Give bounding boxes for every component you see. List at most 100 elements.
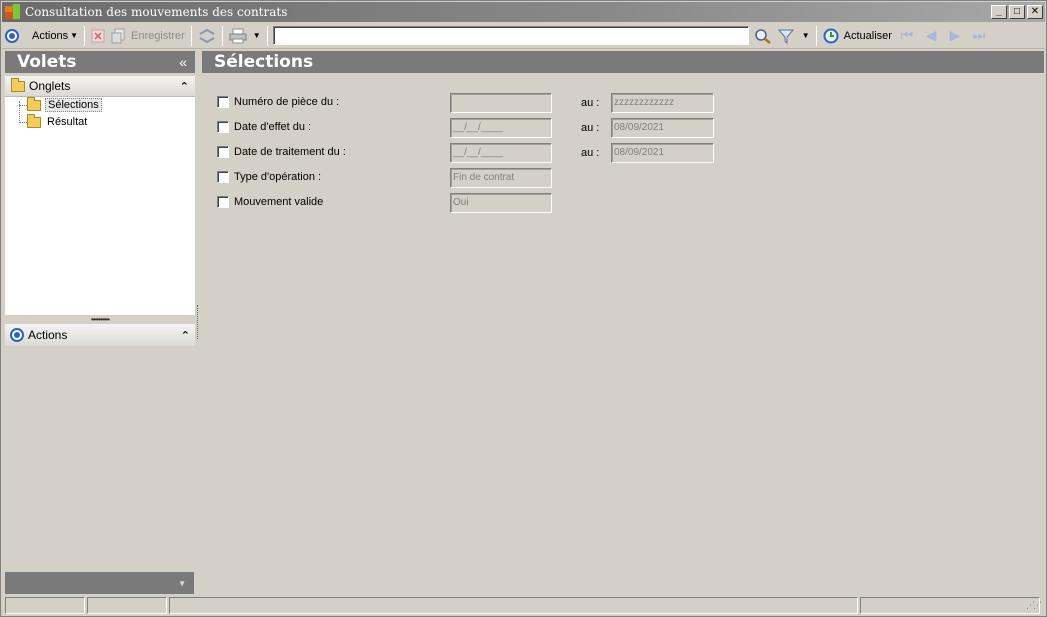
volets-header: Volets « (5, 51, 195, 73)
chevron-down-icon: ▼ (801, 31, 810, 40)
toolbar: Actions ▼ Enregistrer ▼ ▼ Actualiser ⏮ ◀… (2, 23, 1045, 49)
tree-item-resultat[interactable]: Résultat (27, 113, 89, 130)
next-record-icon[interactable]: ▶ (943, 27, 967, 44)
refresh-button[interactable]: Actualiser (820, 25, 895, 47)
numero-piece-label: Numéro de pièce du : (234, 96, 340, 108)
collapse-panel-icon[interactable]: « (179, 54, 187, 70)
tree-connector (19, 122, 27, 123)
minimize-icon: _ (996, 6, 1002, 17)
sync-icon (199, 28, 215, 43)
collapse-section-icon[interactable]: ⌃ (180, 80, 189, 93)
date-effet-au-label: au : (581, 122, 600, 134)
target-icon (5, 28, 19, 43)
refresh-label: Actualiser (843, 29, 892, 42)
onglets-label: Onglets (29, 79, 71, 93)
toolbar-separator (815, 25, 817, 46)
filter-button[interactable]: ▼ (775, 25, 813, 47)
panel-splitter-handle[interactable]: •••••••••• (5, 315, 195, 324)
tree-item-label: Résultat (47, 116, 88, 128)
minimize-button[interactable]: _ (991, 5, 1007, 19)
save-button[interactable]: Enregistrer (108, 25, 188, 47)
date-traitement-to-field[interactable]: 08/09/2021 (611, 143, 714, 163)
delete-icon (91, 29, 105, 42)
app-logo-icon (5, 4, 21, 20)
date-traitement-checkbox[interactable] (217, 146, 229, 158)
filter-row-date-effet: Date d'effet du : (217, 118, 311, 136)
filter-row-date-traitement: Date de traitement du : (217, 143, 346, 161)
tabs-tree: Sélections Résultat (5, 96, 195, 315)
tree-item-label: Sélections (45, 98, 102, 112)
type-operation-checkbox[interactable] (217, 171, 229, 183)
toolbar-separator (190, 25, 192, 46)
actions-section-header[interactable]: Actions ⌃ (5, 324, 195, 346)
type-operation-field[interactable]: Fin de contrat (450, 168, 552, 188)
status-cell (860, 597, 1040, 614)
numero-piece-to-field[interactable]: zzzzzzzzzzzz (611, 93, 714, 113)
filter-row-type-operation: Type d'opération : (217, 168, 321, 186)
date-traitement-au-label: au : (581, 147, 600, 159)
filter-icon (777, 29, 794, 44)
first-record-icon[interactable]: ⏮ (895, 27, 919, 44)
main-window: Consultation des mouvements des contrats… (0, 0, 1047, 617)
mouvement-valide-field[interactable]: Oui (450, 193, 552, 213)
search-button[interactable] (751, 25, 775, 47)
numero-piece-from-field[interactable] (450, 93, 552, 113)
toolbar-separator (221, 25, 223, 46)
close-icon: ✕ (1030, 6, 1040, 17)
chevron-down-icon: ▼ (70, 31, 78, 40)
resize-grip-icon[interactable]: ⋰⋰ (1026, 600, 1042, 611)
toolbar-separator (266, 25, 268, 46)
numero-piece-checkbox[interactable] (217, 96, 229, 108)
folder-icon (11, 77, 25, 92)
chevron-down-icon: ▼ (252, 31, 261, 40)
maximize-icon: □ (1013, 6, 1021, 17)
status-cell (5, 597, 85, 614)
tree-connector (19, 105, 27, 106)
title-bar: Consultation des mouvements des contrats… (2, 2, 1045, 22)
tree-item-selections[interactable]: Sélections (27, 96, 102, 113)
last-record-icon[interactable]: ⏭ (967, 27, 991, 44)
save-label: Enregistrer (131, 29, 185, 42)
previous-record-icon[interactable]: ◀ (919, 27, 943, 44)
date-traitement-from-field[interactable]: __/__/____ (450, 143, 552, 163)
onglets-section-header[interactable]: Onglets ⌃ (5, 76, 195, 97)
actions-menu-label: Actions (32, 29, 69, 42)
date-effet-to-field[interactable]: 08/09/2021 (611, 118, 714, 138)
status-cell (169, 597, 858, 614)
print-button[interactable]: ▼ (226, 25, 264, 47)
date-traitement-label: Date de traitement du : (234, 146, 346, 158)
actions-section-label: Actions (28, 328, 68, 342)
target-icon (10, 328, 24, 342)
date-effet-checkbox[interactable] (217, 121, 229, 133)
toolbar-separator (84, 25, 85, 46)
toolbar-home-button[interactable] (2, 25, 22, 47)
vertical-splitter-handle[interactable] (197, 305, 199, 339)
type-operation-label: Type d'opération : (234, 171, 322, 183)
mouvement-valide-label: Mouvement valide (234, 196, 324, 208)
chevron-down-icon: ▼ (178, 578, 186, 588)
refresh-icon (823, 28, 839, 43)
expand-section-icon[interactable]: ⌃ (181, 329, 190, 342)
status-cell (87, 597, 167, 614)
panel-options-bar[interactable]: ▼ (5, 572, 194, 594)
numero-piece-au-label: au : (581, 97, 600, 109)
volets-title: Volets (17, 52, 77, 72)
sync-button[interactable] (195, 25, 219, 47)
mouvement-valide-checkbox[interactable] (217, 196, 229, 208)
folder-open-icon (27, 96, 41, 111)
date-effet-label: Date d'effet du : (234, 121, 312, 133)
save-icon (111, 28, 125, 43)
close-button[interactable]: ✕ (1027, 5, 1043, 19)
date-effet-from-field[interactable]: __/__/____ (450, 118, 552, 138)
printer-icon (229, 28, 247, 43)
status-bar (5, 597, 1044, 614)
search-input[interactable] (272, 26, 749, 45)
search-icon (754, 28, 771, 44)
maximize-button[interactable]: □ (1009, 5, 1025, 19)
actions-menu-button[interactable]: Actions ▼ (22, 25, 81, 47)
filter-row-numero-piece: Numéro de pièce du : (217, 93, 339, 111)
window-title: Consultation des mouvements des contrats (25, 5, 288, 19)
folder-icon (27, 113, 41, 128)
page-title: Sélections (202, 51, 1044, 73)
delete-button[interactable] (88, 25, 108, 47)
